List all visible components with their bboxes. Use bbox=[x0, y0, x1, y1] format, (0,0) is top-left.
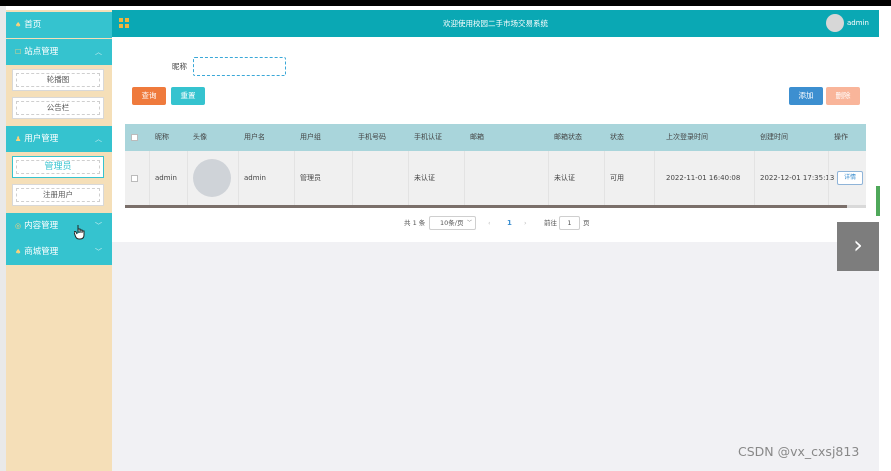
col-username[interactable]: 用户名 bbox=[244, 124, 265, 151]
query-button[interactable]: 查询 bbox=[132, 87, 166, 105]
top-header: 欢迎使用校园二手市场交易系统 admin bbox=[112, 10, 879, 37]
goto-page-input[interactable]: 1 bbox=[559, 216, 580, 230]
goto-label: 前往 bbox=[544, 219, 557, 227]
cell-created: 2022-12-01 17:35:13 bbox=[760, 174, 835, 182]
sidebar-group-content[interactable]: ◎ 内容管理 ﹀ bbox=[6, 213, 112, 239]
col-email-status[interactable]: 邮箱状态 bbox=[554, 124, 582, 151]
header-title: 欢迎使用校园二手市场交易系统 bbox=[443, 19, 548, 28]
sidebar-group-label: 商城管理 bbox=[24, 247, 59, 257]
next-page-icon[interactable]: › bbox=[524, 216, 527, 230]
col-action: 操作 bbox=[834, 133, 848, 141]
header-username[interactable]: admin bbox=[847, 10, 869, 37]
cell-email-status: 未认证 bbox=[554, 174, 575, 182]
window-top-bar bbox=[0, 0, 891, 6]
home-icon: ♠ bbox=[15, 21, 22, 29]
page-size-value: 10条/页 bbox=[440, 219, 464, 227]
cell-status: 可用 bbox=[610, 174, 624, 182]
watermark: CSDN @vx_cxsj813 bbox=[738, 444, 860, 459]
sidebar-home-label: 首页 bbox=[24, 20, 42, 30]
sidebar-group-label: 用户管理 bbox=[24, 134, 59, 144]
nickname-label: 昵称 bbox=[172, 62, 187, 71]
table-row[interactable]: admin admin 管理员 未认证 未认证 可用 2022-11-01 16… bbox=[125, 151, 866, 205]
sidebar-item-admins[interactable]: 管理员 bbox=[12, 156, 104, 178]
cell-username: admin bbox=[244, 174, 266, 182]
chevron-down-icon: ﹀ bbox=[466, 220, 472, 226]
content-background bbox=[112, 242, 879, 471]
cell-phone-auth: 未认证 bbox=[414, 174, 435, 182]
page-size-select[interactable]: 10条/页 ﹀ bbox=[429, 216, 476, 230]
screen: ♠ 首页 ☐ 站点管理 ︿ 轮播图 公告栏 ♟ 用户管理 ︿ 管理员 注册用户 ◎ 内容… bbox=[0, 0, 891, 471]
chevron-up-icon: ︿ bbox=[95, 135, 102, 143]
cell-group: 管理员 bbox=[300, 174, 321, 182]
sidebar-item-notice[interactable]: 公告栏 bbox=[12, 97, 104, 119]
goto-unit: 页 bbox=[583, 219, 590, 227]
reset-button[interactable]: 重置 bbox=[171, 87, 205, 105]
sidebar-group-shop[interactable]: ♠ 商城管理 ﹀ bbox=[6, 239, 112, 265]
content-icon: ◎ bbox=[15, 222, 22, 230]
horizontal-scrollbar-thumb[interactable] bbox=[125, 205, 847, 208]
site-icon: ☐ bbox=[15, 48, 22, 56]
prev-page-icon[interactable]: ‹ bbox=[488, 216, 491, 230]
col-avatar[interactable]: 头像 bbox=[193, 124, 207, 151]
chevron-down-icon: ﹀ bbox=[95, 248, 102, 256]
pagination-total: 共 1 条 bbox=[404, 219, 426, 227]
col-email[interactable]: 邮箱 bbox=[470, 124, 484, 151]
sidebar-group-label: 内容管理 bbox=[24, 221, 59, 231]
sidebar-group-site[interactable]: ☐ 站点管理 ︿ bbox=[6, 39, 112, 65]
col-created[interactable]: 创建时间 bbox=[760, 124, 788, 151]
row-checkbox[interactable] bbox=[131, 175, 138, 182]
sidebar-group-label: 站点管理 bbox=[24, 47, 59, 57]
nickname-input[interactable] bbox=[193, 57, 286, 76]
sidebar-item-home[interactable]: ♠ 首页 bbox=[6, 12, 112, 38]
chevron-up-icon: ︿ bbox=[95, 48, 102, 56]
cell-nickname: admin bbox=[155, 174, 177, 182]
cell-last-login: 2022-11-01 16:40:08 bbox=[666, 174, 741, 182]
col-status[interactable]: 状态 bbox=[610, 124, 624, 151]
current-page[interactable]: 1 bbox=[507, 216, 512, 230]
window-right-edge bbox=[879, 6, 891, 471]
col-phone-auth[interactable]: 手机认证 bbox=[414, 124, 442, 151]
user-icon: ♟ bbox=[15, 135, 22, 143]
sidebar: ♠ 首页 ☐ 站点管理 ︿ 轮播图 公告栏 ♟ 用户管理 ︿ 管理员 注册用户 ◎ 内容… bbox=[6, 10, 112, 471]
avatar[interactable] bbox=[826, 14, 844, 32]
sidebar-item-carousel[interactable]: 轮播图 bbox=[12, 69, 104, 91]
add-button[interactable]: 添加 bbox=[789, 87, 823, 105]
sidebar-subarea-site: 轮播图 公告栏 bbox=[6, 65, 112, 127]
select-all-checkbox[interactable] bbox=[131, 134, 138, 141]
avatar bbox=[193, 159, 231, 197]
sidebar-subarea-users: 管理员 注册用户 bbox=[6, 152, 112, 214]
table-header: 昵称 头像 用户名 用户组 手机号码 手机认证 邮箱 邮箱状态 状态 上次登录时… bbox=[125, 124, 866, 151]
shop-icon: ♠ bbox=[15, 248, 22, 256]
detail-button[interactable]: 详情 bbox=[837, 171, 863, 185]
col-nickname[interactable]: 昵称 bbox=[155, 124, 169, 151]
chevron-down-icon: ﹀ bbox=[95, 222, 102, 230]
sidebar-item-registered-users[interactable]: 注册用户 bbox=[12, 184, 104, 206]
col-last-login[interactable]: 上次登录时间 bbox=[666, 124, 708, 151]
sidebar-group-users[interactable]: ♟ 用户管理 ︿ bbox=[6, 126, 112, 152]
side-tab[interactable] bbox=[876, 186, 880, 216]
next-arrow-icon[interactable]: › bbox=[837, 222, 879, 271]
delete-button[interactable]: 删除 bbox=[826, 87, 860, 105]
hand-cursor-icon bbox=[74, 225, 85, 240]
col-phone[interactable]: 手机号码 bbox=[358, 124, 386, 151]
col-user-group[interactable]: 用户组 bbox=[300, 124, 321, 151]
